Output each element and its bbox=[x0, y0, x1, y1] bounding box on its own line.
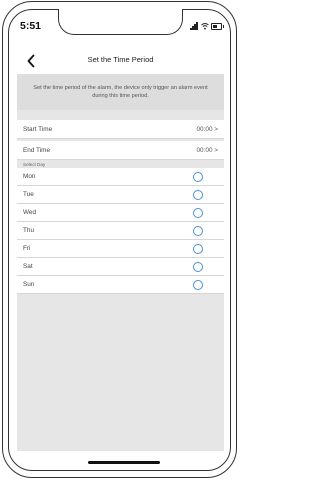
start-time-row[interactable]: Start Time 00:00 > bbox=[17, 120, 224, 139]
day-label: Fri bbox=[23, 245, 31, 252]
day-label: Thu bbox=[23, 227, 35, 234]
day-row-sun[interactable]: Sun bbox=[17, 276, 224, 294]
day-row-wed[interactable]: Wed bbox=[17, 204, 224, 222]
day-row-fri[interactable]: Fri bbox=[17, 240, 224, 258]
end-time-row[interactable]: End Time 00:00 > bbox=[17, 141, 224, 160]
select-day-label: Select Day bbox=[23, 162, 46, 167]
day-radio-button[interactable] bbox=[193, 261, 203, 272]
page-title: Set the Time Period bbox=[87, 55, 154, 64]
start-time-value: 00:00 > bbox=[196, 126, 219, 133]
phone-notch bbox=[58, 9, 183, 35]
day-label: Wed bbox=[23, 209, 37, 216]
day-label: Tue bbox=[23, 191, 34, 198]
signal-icon bbox=[190, 22, 198, 30]
day-radio-button[interactable] bbox=[193, 189, 203, 200]
status-icons bbox=[190, 22, 224, 30]
day-row-thu[interactable]: Thu bbox=[17, 222, 224, 240]
end-time-label: End Time bbox=[23, 147, 50, 154]
end-time-value: 00:00 > bbox=[196, 147, 219, 154]
nav-bar: Set the Time Period bbox=[17, 48, 224, 74]
start-time-label: Start Time bbox=[23, 126, 53, 133]
day-radio-button[interactable] bbox=[193, 171, 203, 182]
day-radio-button[interactable] bbox=[193, 225, 203, 236]
battery-icon bbox=[211, 23, 224, 30]
description-text: Set the time period of the alarm, the de… bbox=[33, 85, 208, 99]
day-radio-button[interactable] bbox=[193, 243, 203, 254]
description-banner: Set the time period of the alarm, the de… bbox=[17, 74, 224, 110]
day-label: Sat bbox=[23, 263, 33, 270]
day-row-tue[interactable]: Tue bbox=[17, 186, 224, 204]
day-row-sat[interactable]: Sat bbox=[17, 258, 224, 276]
home-indicator[interactable] bbox=[88, 461, 160, 464]
wifi-icon bbox=[201, 23, 209, 30]
day-row-mon[interactable]: Mon bbox=[17, 168, 224, 186]
day-radio-button[interactable] bbox=[193, 207, 203, 218]
app-screen: Set the Time Period Set the time period … bbox=[17, 48, 224, 451]
day-label: Sun bbox=[23, 281, 35, 288]
day-label: Mon bbox=[23, 173, 36, 180]
status-time: 5:51 bbox=[20, 20, 42, 32]
day-radio-button[interactable] bbox=[193, 279, 203, 290]
